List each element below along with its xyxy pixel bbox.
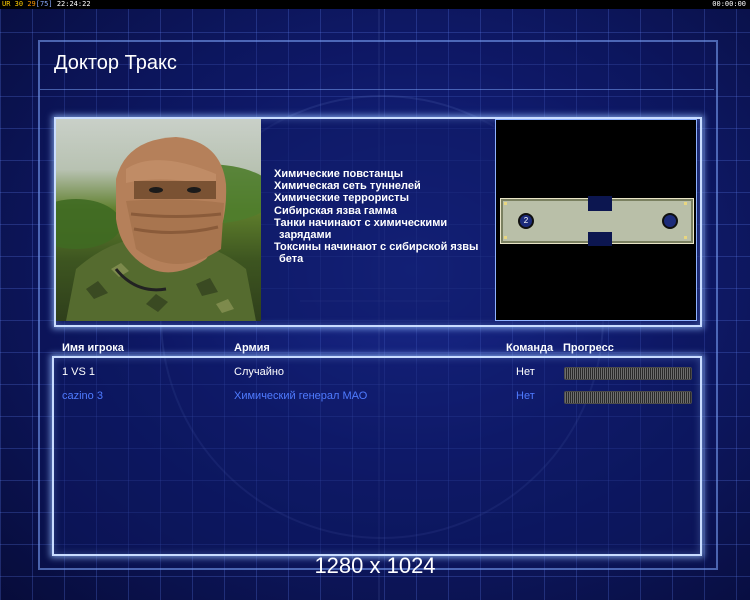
column-header-progress: Прогресс	[563, 342, 614, 354]
player-progress-bar	[564, 391, 692, 404]
description-line: Химические повстанцы	[274, 168, 404, 180]
description-line: зарядами	[279, 229, 332, 242]
player-row: cazino 3 Химический генерал МАО Нет	[0, 390, 750, 406]
player-progress-bar	[564, 367, 692, 380]
column-header-army: Армия	[234, 342, 270, 354]
start-position-1[interactable]	[662, 213, 678, 229]
resolution-caption: 1280 x 1024	[314, 553, 436, 578]
map-preview: 2	[495, 119, 697, 321]
status-value: [75]	[35, 0, 53, 8]
status-clock: 22:24:22	[56, 0, 91, 8]
map-marker	[684, 236, 687, 239]
map-marker	[504, 236, 507, 239]
map-marker	[684, 202, 687, 205]
description-line: Токсины начинают с сибирской язвы	[274, 241, 479, 254]
column-header-name: Имя игрока	[62, 342, 124, 354]
description-line: Химическая сеть туннелей	[274, 180, 421, 193]
player-team: Нет	[516, 390, 535, 402]
player-team: Нет	[516, 366, 535, 378]
page-title: Доктор Тракс	[54, 52, 177, 74]
player-army: Случайно	[234, 366, 285, 378]
general-portrait	[56, 119, 261, 321]
general-description: Химические повстанцы Химическая сеть тун…	[274, 168, 489, 266]
start-position-2[interactable]: 2	[518, 213, 534, 229]
portrait-image	[56, 137, 261, 321]
status-ur: UR	[2, 0, 11, 8]
map-marker	[504, 202, 507, 205]
player-name: 1 VS 1	[62, 366, 96, 378]
column-header-team: Команда	[506, 342, 554, 354]
player-army: Химический генерал МАО	[234, 390, 368, 402]
description-line: бета	[279, 253, 304, 266]
title-divider	[40, 89, 714, 90]
status-bar: UR 30 29[75] 22:24:22 00:00:00	[0, 0, 750, 9]
player-row: 1 VS 1 Случайно Нет	[0, 366, 750, 382]
map-notch	[588, 232, 612, 246]
player-name: cazino 3	[62, 390, 103, 402]
status-value: 30	[14, 0, 24, 8]
description-line: Сибирская язва гамма	[274, 204, 397, 217]
map-notch	[588, 196, 612, 211]
description-line: Танки начинают с химическими	[274, 216, 448, 229]
players-panel	[52, 356, 702, 556]
description-line: Химические террористы	[274, 192, 409, 205]
status-timer: 00:00:00	[712, 0, 746, 8]
status-value: 29	[27, 0, 36, 8]
